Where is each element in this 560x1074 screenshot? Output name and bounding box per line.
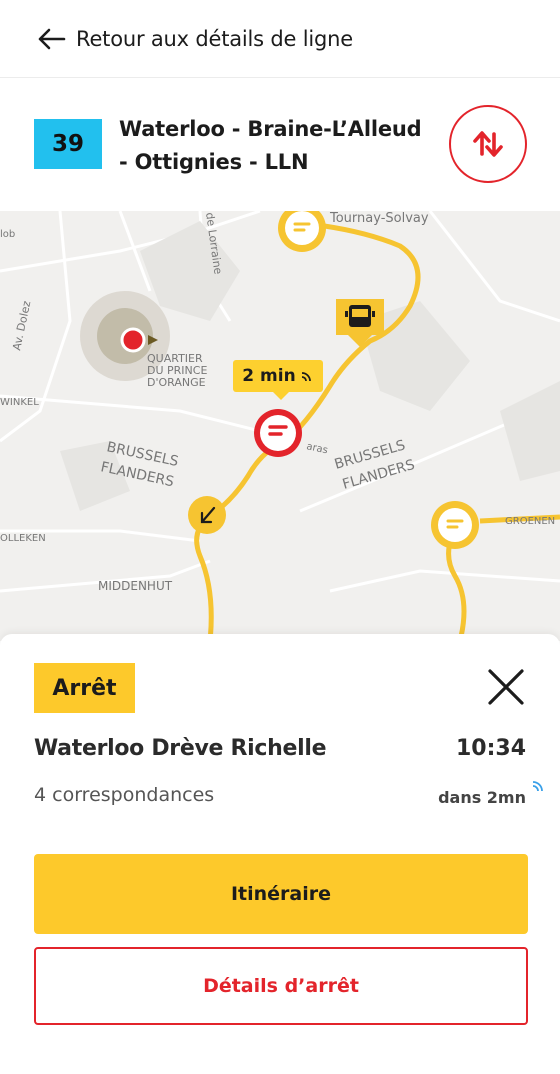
map-canvas: Tournay-Solvay de Lorraine Av. Dolez QUA…: [0, 211, 560, 641]
arrow-left-icon: [38, 28, 66, 49]
svg-text:MIDDENHUT: MIDDENHUT: [98, 579, 173, 593]
stop-marker-tournay: [278, 211, 326, 252]
close-button[interactable]: [484, 665, 528, 709]
connections-count: 4 correspondances: [34, 784, 215, 806]
svg-text:OLLEKEN: OLLEKEN: [0, 533, 46, 544]
eta-text: 2 min: [242, 366, 296, 386]
stop-tag: Arrêt: [34, 663, 135, 713]
svg-text:aras: aras: [305, 441, 328, 456]
map-label-tournay: Tournay-Solvay: [329, 211, 429, 226]
top-bar: Retour aux détails de ligne: [0, 0, 560, 78]
eta-bubble: 2 min: [233, 360, 323, 400]
direction-arrow-icon: [188, 496, 226, 534]
stop-details-button[interactable]: Détails d’arrêt: [34, 947, 528, 1025]
stop-marker-east: [431, 501, 479, 549]
svg-text:lob: lob: [0, 229, 15, 240]
stop-time: 10:34: [455, 736, 526, 761]
due-in: dans 2mn: [438, 788, 526, 807]
svg-text:Av. Dolez: Av. Dolez: [10, 299, 33, 351]
svg-text:WINKEL: WINKEL: [0, 397, 39, 408]
stop-name: Waterloo Drève Richelle: [34, 736, 327, 761]
swap-direction-icon: [473, 131, 503, 157]
realtime-icon: [532, 781, 543, 792]
realtime-icon: [301, 372, 311, 382]
user-location-dot: [120, 327, 146, 353]
back-label: Retour aux détails de ligne: [76, 26, 353, 51]
swap-direction-button[interactable]: [449, 105, 527, 183]
back-button[interactable]: Retour aux détails de ligne: [36, 27, 353, 51]
selected-stop-marker: [254, 409, 302, 457]
itinerary-button[interactable]: Itinéraire: [34, 854, 528, 934]
line-number-badge: 39: [34, 119, 102, 169]
svg-text:D'ORANGE: D'ORANGE: [147, 376, 206, 389]
line-name: Waterloo - Braine-L’Alleud - Ottignies -…: [119, 117, 422, 174]
svg-text:GROENEN: GROENEN: [505, 516, 555, 527]
map-view[interactable]: Tournay-Solvay de Lorraine Av. Dolez QUA…: [0, 211, 560, 641]
close-icon: [488, 669, 524, 705]
